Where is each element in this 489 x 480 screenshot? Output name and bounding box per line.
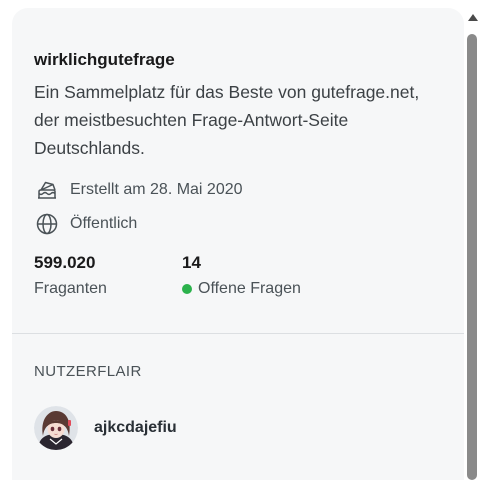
cake-icon bbox=[34, 177, 60, 203]
flair-heading: NUTZERFLAIR bbox=[34, 363, 142, 380]
scrollbar-thumb[interactable] bbox=[467, 34, 477, 480]
flair-username[interactable]: ajkcdajefiu bbox=[94, 419, 177, 437]
online-stat: 14 Offene Fragen bbox=[182, 252, 301, 300]
scrollbar[interactable] bbox=[466, 12, 480, 480]
online-dot-icon bbox=[182, 284, 192, 294]
community-stats: 599.020 Fraganten 14 Offene Fragen bbox=[34, 252, 442, 300]
community-about-section: wirklichgutefrage Ein Sammelplatz für da… bbox=[12, 8, 464, 333]
community-description: Ein Sammelplatz für das Beste von gutefr… bbox=[34, 82, 420, 158]
scroll-up-arrow-icon[interactable] bbox=[468, 14, 478, 21]
members-label: Fraganten bbox=[34, 280, 107, 297]
avatar[interactable] bbox=[34, 406, 78, 450]
created-date: Erstellt am 28. Mai 2020 bbox=[70, 181, 243, 198]
user-flair-section: NUTZERFLAIR ajkcdajefiu bbox=[12, 334, 464, 450]
visibility-row: Öffentlich bbox=[34, 210, 442, 238]
online-label-row: Offene Fragen bbox=[182, 278, 301, 300]
created-row: Erstellt am 28. Mai 2020 bbox=[34, 176, 442, 204]
page: wirklichgutefrage Ein Sammelplatz für da… bbox=[0, 0, 489, 480]
online-label: Offene Fragen bbox=[198, 280, 301, 297]
members-stat: 599.020 Fraganten bbox=[34, 252, 182, 300]
community-name[interactable]: wirklichgutefrage bbox=[34, 50, 442, 70]
globe-icon bbox=[34, 211, 60, 237]
community-info-card: wirklichgutefrage Ein Sammelplatz für da… bbox=[12, 8, 464, 480]
members-count: 599.020 bbox=[34, 253, 96, 272]
flair-user-row[interactable]: ajkcdajefiu bbox=[34, 406, 442, 450]
visibility-label: Öffentlich bbox=[70, 215, 138, 232]
online-count: 14 bbox=[182, 253, 201, 272]
